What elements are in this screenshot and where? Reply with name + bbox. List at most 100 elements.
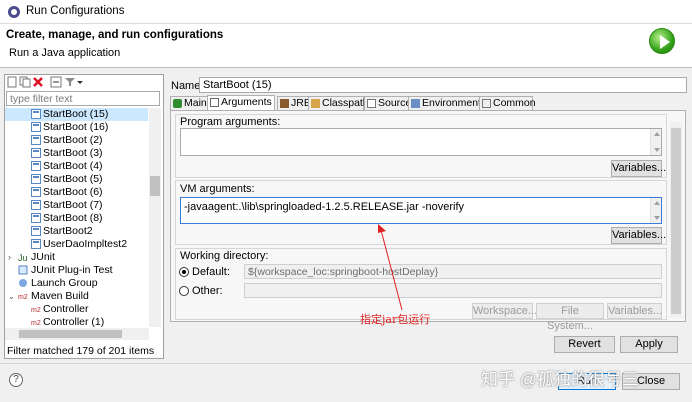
launch-group-icon bbox=[19, 279, 27, 287]
tab-common[interactable]: Common bbox=[479, 96, 536, 110]
java-config-icon bbox=[31, 109, 41, 119]
maven-icon: m2 bbox=[31, 320, 41, 327]
java-config-icon bbox=[31, 122, 41, 132]
tab-main[interactable]: Main bbox=[170, 96, 208, 110]
help-icon[interactable]: ? bbox=[9, 373, 23, 387]
svg-text:m2: m2 bbox=[31, 320, 41, 327]
tree-category-launch-group[interactable]: Launch Group bbox=[5, 277, 148, 290]
tree-item[interactable]: StartBoot (3) bbox=[5, 147, 148, 160]
configuration-tree: StartBoot (15) StartBoot (16) StartBoot … bbox=[5, 108, 148, 327]
java-config-icon bbox=[31, 213, 41, 223]
name-field[interactable]: StartBoot (15) bbox=[199, 77, 687, 93]
tree-item[interactable]: m2 Controller (1) bbox=[5, 316, 148, 327]
main-tab-icon bbox=[173, 99, 182, 108]
program-args-label: Program arguments: bbox=[180, 116, 281, 128]
java-config-icon bbox=[31, 226, 41, 236]
panel-scroll-thumb[interactable] bbox=[671, 128, 681, 314]
collapse-all-icon[interactable] bbox=[50, 76, 62, 88]
vm-args-label: VM arguments: bbox=[180, 183, 255, 195]
textarea-scrollbar[interactable] bbox=[650, 198, 661, 223]
tab-source[interactable]: Source bbox=[364, 96, 411, 110]
default-label: Default: bbox=[192, 266, 230, 278]
title-bar: Run Configurations bbox=[0, 0, 692, 24]
java-config-icon bbox=[31, 148, 41, 158]
tab-jre[interactable]: JRE bbox=[277, 96, 311, 110]
tree-item[interactable]: m2 Controller bbox=[5, 303, 148, 316]
tree-item[interactable]: StartBoot (16) bbox=[5, 121, 148, 134]
filter-input[interactable]: type filter text bbox=[6, 91, 160, 106]
tree-item[interactable]: StartBoot (5) bbox=[5, 173, 148, 186]
window-title: Run Configurations bbox=[26, 5, 125, 17]
vm-arguments-group: VM arguments: -javaagent:.\lib\springloa… bbox=[175, 180, 667, 245]
watermark: 知乎 @孤独的很号三 bbox=[481, 370, 639, 389]
tree-item[interactable]: StartBoot (7) bbox=[5, 199, 148, 212]
svg-text:Ju: Ju bbox=[18, 253, 28, 262]
working-directory-group: Working directory: Default: ${workspace_… bbox=[175, 248, 667, 332]
arguments-tab-icon bbox=[210, 98, 219, 107]
svg-text:m2: m2 bbox=[31, 307, 41, 314]
other-dir-field[interactable] bbox=[244, 283, 662, 298]
delete-icon[interactable] bbox=[32, 76, 44, 88]
tree-item[interactable]: StartBoot (6) bbox=[5, 186, 148, 199]
tree-vertical-scrollbar[interactable] bbox=[149, 108, 161, 327]
source-icon bbox=[367, 99, 376, 108]
tree-item[interactable]: StartBoot (2) bbox=[5, 134, 148, 147]
footer-separator bbox=[0, 363, 692, 364]
run-play-icon bbox=[649, 28, 675, 54]
tab-classpath[interactable]: Classpath bbox=[308, 96, 369, 110]
default-radio[interactable] bbox=[179, 267, 189, 277]
junit-icon: Ju bbox=[18, 253, 28, 262]
maven-icon: m2 bbox=[31, 307, 41, 314]
banner-heading: Create, manage, and run configurations bbox=[6, 29, 224, 41]
default-dir-field: ${workspace_loc:springboot-hostDeplay} bbox=[244, 264, 662, 279]
workspace-button[interactable]: Workspace... bbox=[472, 303, 537, 319]
filter-icon[interactable] bbox=[64, 76, 76, 88]
junit-plugin-icon bbox=[18, 265, 28, 275]
workdir-label: Working directory: bbox=[180, 250, 269, 262]
duplicate-icon[interactable] bbox=[19, 76, 31, 88]
collapse-arrow-icon[interactable]: › bbox=[8, 251, 11, 264]
tree-category-maven[interactable]: ⌄ m2 Maven Build bbox=[5, 290, 148, 303]
other-variables-button[interactable]: Variables... bbox=[607, 303, 662, 319]
tree-scroll-thumb[interactable] bbox=[150, 176, 160, 196]
revert-button[interactable]: Revert bbox=[554, 336, 615, 353]
tree-item[interactable]: StartBoot2 bbox=[5, 225, 148, 238]
filter-status: Filter matched 179 of 201 items bbox=[7, 345, 155, 357]
java-config-icon bbox=[31, 239, 41, 249]
tree-item[interactable]: StartBoot (4) bbox=[5, 160, 148, 173]
file-system-button[interactable]: File System... bbox=[536, 303, 604, 332]
other-label: Other: bbox=[192, 285, 223, 297]
eclipse-run-icon bbox=[8, 6, 20, 18]
program-args-textarea[interactable] bbox=[180, 128, 662, 156]
tab-arguments[interactable]: Arguments bbox=[207, 95, 275, 110]
tab-environment[interactable]: Environment bbox=[408, 96, 481, 110]
tree-item[interactable]: StartBoot (8) bbox=[5, 212, 148, 225]
program-arguments-group: Program arguments: Variables... bbox=[175, 114, 667, 178]
apply-button[interactable]: Apply bbox=[620, 336, 678, 353]
tree-hscroll-thumb[interactable] bbox=[19, 330, 122, 338]
new-config-icon[interactable] bbox=[6, 76, 18, 88]
java-config-icon bbox=[31, 187, 41, 197]
annotation-text: 指定jar包运行 bbox=[360, 313, 431, 326]
classpath-icon bbox=[311, 99, 320, 108]
banner-subheading: Run a Java application bbox=[9, 47, 121, 59]
other-radio[interactable] bbox=[179, 286, 189, 296]
java-config-icon bbox=[31, 135, 41, 145]
svg-text:m2: m2 bbox=[18, 294, 28, 301]
expand-arrow-icon[interactable]: ⌄ bbox=[8, 290, 15, 303]
tree-category-junit[interactable]: › Ju JUnit bbox=[5, 251, 148, 264]
environment-icon bbox=[411, 99, 420, 108]
dialog-banner: Create, manage, and run configurations R… bbox=[0, 24, 692, 68]
vm-args-textarea[interactable]: -javaagent:.\lib\springloaded-1.2.5.RELE… bbox=[180, 197, 662, 224]
maven-icon: m2 bbox=[18, 294, 28, 301]
jre-icon bbox=[280, 99, 289, 108]
tree-item[interactable]: UserDaoImpltest2 bbox=[5, 238, 148, 251]
java-config-icon bbox=[31, 174, 41, 184]
vm-variables-button[interactable]: Variables... bbox=[611, 227, 666, 244]
program-variables-button[interactable]: Variables... bbox=[611, 160, 666, 177]
tree-category-junit-plugin[interactable]: JUnit Plug-in Test bbox=[5, 264, 148, 277]
textarea-scrollbar[interactable] bbox=[650, 129, 661, 155]
dropdown-arrow-icon[interactable] bbox=[76, 76, 84, 88]
tree-item[interactable]: StartBoot (15) bbox=[5, 108, 148, 121]
java-config-icon bbox=[31, 161, 41, 171]
